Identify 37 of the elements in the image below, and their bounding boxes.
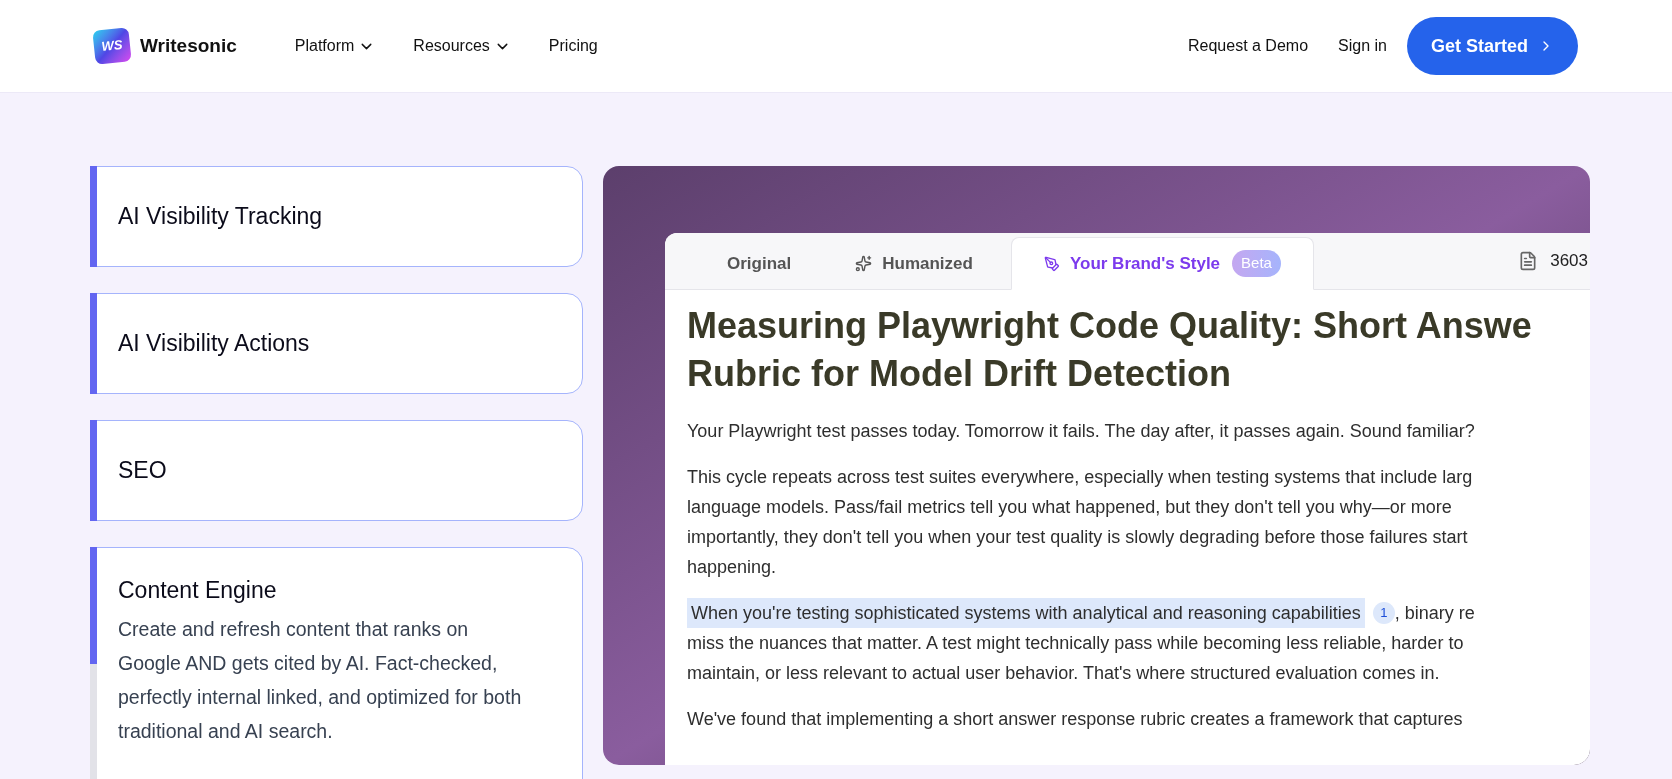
feature-description: Create and refresh content that ranks on Google AND gets cited by AI. Fact-checked, perfectly internal linked, and optimized for both traditional and AI search.	[118, 616, 523, 744]
nav-menu-item[interactable]: Pricing	[548, 34, 598, 58]
sign-in-link[interactable]: Sign in	[1338, 34, 1387, 58]
feature-card[interactable]: AI Visibility Tracking	[90, 166, 583, 267]
nav-menu-item[interactable]: Resources	[413, 34, 511, 58]
highlighted-sentence[interactable]: When you're testing sophisticated systems with analytical and reasoning capabilities	[687, 598, 1365, 628]
logo-icon[interactable]: WS	[92, 27, 132, 65]
paragraph-line: miss the nuances that matter. A test might technically pass while becoming less reliable, harder to	[687, 632, 1464, 655]
feature-title: Content Engine	[118, 576, 278, 605]
paragraph-line: We've found that implementing a short answer response rubric creates a framework that captures	[687, 708, 1463, 731]
feature-title: SEO	[118, 456, 167, 486]
paragraph-line: importantly, they don't tell you when your test quality is slowly degrading before those failures start	[687, 526, 1468, 549]
paragraph-line: , binary re	[1394, 602, 1475, 625]
paragraph-line: language models. Pass/fail metrics tell you what happened, but they don't tell you why—or more	[687, 496, 1452, 519]
editor-tab[interactable]: Your Brand's Style Beta	[1010, 237, 1314, 290]
brand-name[interactable]: Writesonic	[140, 31, 237, 61]
editor-tab[interactable]: Humanized	[823, 237, 1005, 290]
paragraph-line: Your Playwright test passes today. Tomorrow it fails. The day after, it passes again. Sound familiar?	[687, 420, 1475, 443]
sparkle-icon	[855, 255, 873, 272]
feature-card[interactable]: AI Visibility Actions	[90, 293, 583, 394]
beta-badge: Beta	[1232, 250, 1281, 277]
get-started-button[interactable]: Get Started	[1406, 17, 1578, 75]
paragraph-line: happening.	[687, 556, 777, 579]
word-count: 3603	[1550, 250, 1588, 273]
pen-icon	[1043, 255, 1060, 272]
article-title-line: Rubric for Model Drift Detection	[687, 352, 1232, 396]
feature-title: AI Visibility Actions	[118, 329, 310, 359]
feature-title: AI Visibility Tracking	[118, 202, 323, 232]
editor-tab[interactable]: Original	[695, 237, 824, 290]
article-title-line: Measuring Playwright Code Quality: Short Answe	[687, 304, 1533, 348]
request-demo-link[interactable]: Request a Demo	[1188, 34, 1309, 58]
citation-badge[interactable]: 1	[1372, 602, 1395, 624]
feature-card[interactable]: SEO	[90, 420, 583, 521]
paragraph-line: This cycle repeats across test suites everywhere, especially when testing systems that include larg	[687, 466, 1473, 489]
nav-menu-item[interactable]: Platform	[294, 34, 376, 58]
paragraph-line: maintain, or less relevant to actual user behavior. That's where structured evaluation comes in.	[687, 662, 1440, 685]
feature-card[interactable]: Content Engine Create and refresh content that ranks on Google AND gets cited by AI. Fact-checked, perfectly internal linked, and optimized for both traditional and AI search.	[90, 547, 583, 779]
